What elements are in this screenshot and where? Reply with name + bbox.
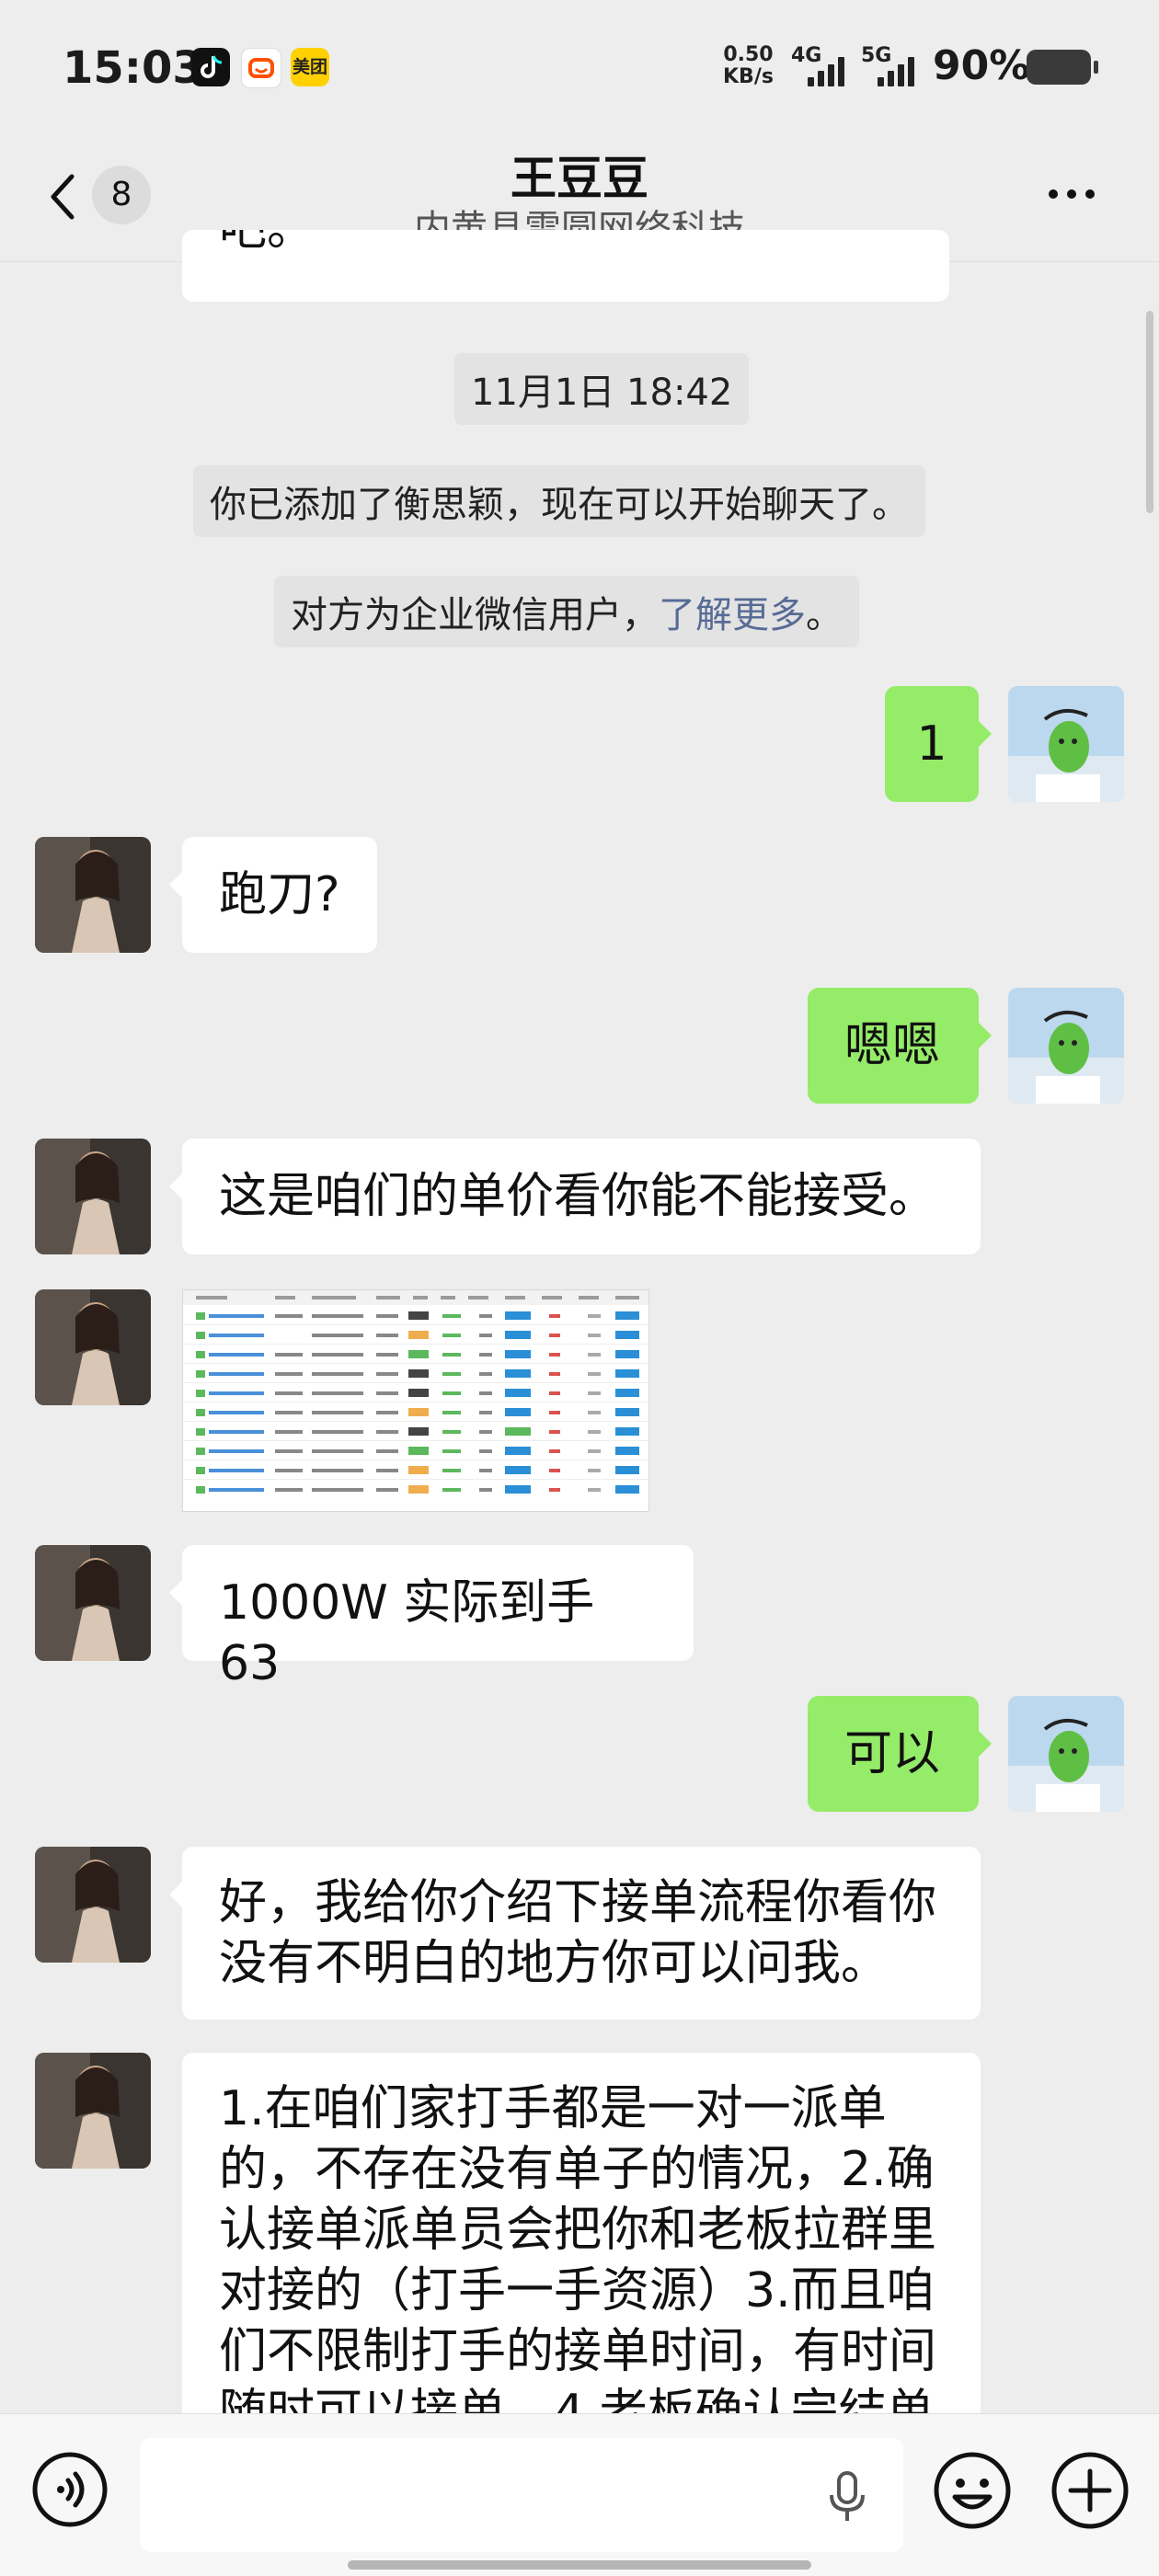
microphone-icon[interactable] [826,2469,868,2524]
meituan-icon: 美团 [291,48,329,86]
avatar-me[interactable] [1008,988,1124,1104]
avatar-me[interactable] [1008,1696,1124,1812]
douyin-icon [191,48,230,86]
more-options-icon[interactable] [1049,189,1113,208]
partial-message-bubble[interactable]: 吧。 [182,230,949,302]
message-bubble-out[interactable]: 嗯嗯 [808,988,992,1104]
message-bubble-out[interactable]: 可以 [808,1696,992,1812]
message-input[interactable] [140,2438,903,2552]
avatar-contact[interactable] [35,1545,151,1661]
battery-icon [1027,50,1098,85]
voice-toggle-button[interactable] [31,2451,109,2528]
avatar-me[interactable] [1008,686,1124,802]
learn-more-link[interactable]: 了解更多 [659,594,806,636]
image-message[interactable] [182,1289,649,1512]
voice-icon [32,2452,108,2527]
status-time: 15:03 [63,42,203,94]
status-bar: 15:03 美团 0.50 KB/s 4G 5G 90% [0,0,1159,138]
emoji-button[interactable] [933,2451,1012,2530]
price-table-thumbnail [183,1290,648,1511]
avatar-contact[interactable] [35,1289,151,1405]
avatar-contact[interactable] [35,837,151,953]
message-bubble-in[interactable]: 好，我给你介绍下接单流程你看你没有不明白的地方你可以问我。 [169,1847,981,2020]
avatar-contact[interactable] [35,2053,151,2169]
more-actions-button[interactable] [1050,2451,1130,2530]
taobao-icon [241,48,281,88]
message-bubble-in[interactable]: 1000W 实际到手 63 [169,1545,694,1691]
avatar-contact[interactable] [35,1139,151,1254]
scrollbar[interactable] [1146,311,1153,513]
input-bar [0,2413,1159,2576]
message-bubble-in[interactable]: 这是咱们的单价看你能不能接受。 [169,1139,981,1254]
system-message-added: 你已添加了衡思颖，现在可以开始聊天了。 [193,465,925,537]
home-indicator[interactable] [348,2560,811,2570]
network-speed: 0.50 KB/s [723,43,774,88]
plus-icon [1051,2452,1129,2529]
battery-percent: 90% [933,42,1030,89]
message-bubble-in[interactable]: 1.在咱们家打手都是一对一派单的，不存在没有单子的情况，2.确认接单派单员会把你… [182,2053,981,2439]
message-bubble-in[interactable]: 跑刀? [169,837,377,953]
emoji-icon [934,2452,1011,2529]
message-bubble-out[interactable]: 1 [885,686,992,802]
system-message-wecom: 对方为企业微信用户，了解更多。 [274,576,859,647]
signal-bars-2-icon [878,53,914,86]
avatar-contact[interactable] [35,1847,151,1963]
timestamp: 11月1日 18:42 [454,353,750,425]
signal-bars-1-icon [808,53,844,86]
